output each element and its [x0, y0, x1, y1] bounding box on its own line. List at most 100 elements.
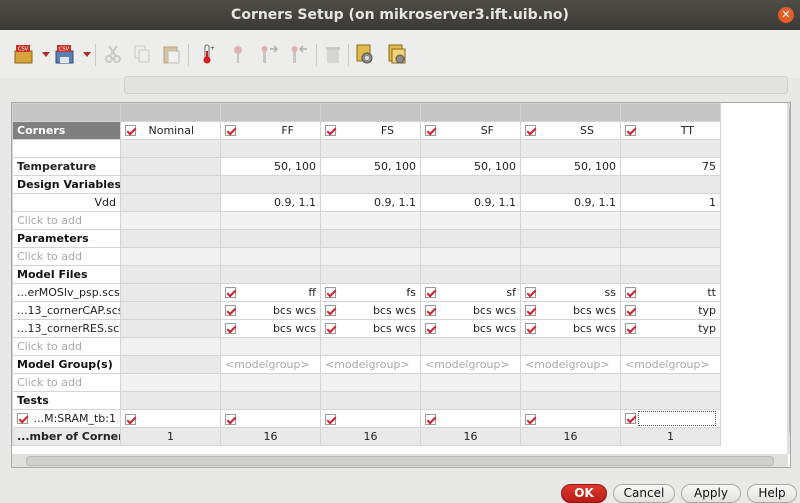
- open-csv-icon[interactable]: CSV: [13, 43, 35, 65]
- table-cell[interactable]: 0.9, 1.1: [520, 193, 621, 212]
- cut-icon[interactable]: [102, 43, 124, 65]
- close-window-icon[interactable]: ✕: [778, 7, 794, 23]
- click-to-add-model-file[interactable]: Click to add: [12, 337, 121, 356]
- param-down-icon[interactable]: [288, 43, 310, 65]
- setup-icon[interactable]: [354, 43, 376, 65]
- checkbox-checked-icon[interactable]: [525, 305, 536, 316]
- horizontal-scrollbar[interactable]: [12, 454, 788, 467]
- table-cell[interactable]: [120, 409, 221, 428]
- param-up-icon[interactable]: [258, 43, 280, 65]
- checkbox-checked-icon[interactable]: [125, 125, 136, 136]
- checkbox-checked-icon[interactable]: [325, 305, 336, 316]
- table-cell[interactable]: [220, 409, 321, 428]
- table-cell[interactable]: fs: [320, 283, 421, 302]
- temperature-icon[interactable]: +: [196, 43, 218, 65]
- table-cell[interactable]: 50, 100: [320, 157, 421, 176]
- save-dropdown-icon[interactable]: [83, 52, 91, 57]
- delete-icon[interactable]: [322, 43, 344, 65]
- checkbox-checked-icon[interactable]: [325, 413, 336, 425]
- table-cell[interactable]: typ: [620, 319, 721, 338]
- table-cell[interactable]: [420, 409, 521, 428]
- table-cell[interactable]: typ: [620, 301, 721, 320]
- table-cell[interactable]: bcs wcs: [220, 301, 321, 320]
- checkbox-checked-icon[interactable]: [225, 125, 236, 136]
- checkbox-checked-icon[interactable]: [625, 323, 636, 334]
- checkbox-checked-icon[interactable]: [225, 287, 236, 298]
- vertical-scrollbar-thumb[interactable]: [789, 105, 790, 435]
- modelgroup-cell[interactable]: <modelgroup>: [520, 355, 621, 374]
- modelgroup-cell[interactable]: <modelgroup>: [620, 355, 721, 374]
- modelgroup-cell[interactable]: <modelgroup>: [220, 355, 321, 374]
- checkbox-checked-icon[interactable]: [325, 287, 336, 298]
- table-cell[interactable]: bcs wcs: [320, 301, 421, 320]
- table-cell[interactable]: bcs wcs: [220, 319, 321, 338]
- table-cell[interactable]: ss: [520, 283, 621, 302]
- checkbox-checked-icon[interactable]: [525, 125, 536, 136]
- model-icon[interactable]: [386, 43, 408, 65]
- checkbox-checked-icon[interactable]: [225, 413, 236, 425]
- table-cell[interactable]: tt: [620, 283, 721, 302]
- vertical-scrollbar[interactable]: [787, 103, 790, 454]
- table-cell[interactable]: [120, 193, 221, 212]
- corner-tt[interactable]: TT: [620, 121, 721, 140]
- table-cell[interactable]: 50, 100: [520, 157, 621, 176]
- apply-button[interactable]: Apply: [681, 484, 741, 503]
- table-cell[interactable]: bcs wcs: [420, 319, 521, 338]
- modelgroup-cell[interactable]: <modelgroup>: [320, 355, 421, 374]
- checkbox-checked-icon[interactable]: [525, 287, 536, 298]
- click-to-add-design-variable[interactable]: Click to add: [12, 211, 121, 230]
- click-to-add-parameter[interactable]: Click to add: [12, 247, 121, 266]
- table-cell[interactable]: 1: [620, 193, 721, 212]
- checkbox-checked-icon[interactable]: [525, 323, 536, 334]
- checkbox-checked-icon[interactable]: [325, 125, 336, 136]
- open-dropdown-icon[interactable]: [42, 52, 50, 57]
- checkbox-checked-icon[interactable]: [125, 413, 136, 425]
- corner-fs[interactable]: FS: [320, 121, 421, 140]
- paste-icon[interactable]: [160, 43, 182, 65]
- table-cell[interactable]: 0.9, 1.1: [320, 193, 421, 212]
- table-cell[interactable]: 50, 100: [220, 157, 321, 176]
- click-to-add-model-group[interactable]: Click to add: [12, 373, 121, 392]
- corner-sf[interactable]: SF: [420, 121, 521, 140]
- table-cell[interactable]: bcs wcs: [420, 301, 521, 320]
- table-cell[interactable]: 0.9, 1.1: [420, 193, 521, 212]
- checkbox-checked-icon[interactable]: [425, 305, 436, 316]
- table-cell[interactable]: 50, 100: [420, 157, 521, 176]
- table-cell-selected[interactable]: [620, 409, 721, 428]
- cancel-button[interactable]: Cancel: [613, 484, 675, 503]
- table-cell[interactable]: [520, 409, 621, 428]
- cell-focus-box[interactable]: [638, 411, 716, 426]
- checkbox-checked-icon[interactable]: [325, 323, 336, 334]
- table-cell[interactable]: bcs wcs: [520, 301, 621, 320]
- checkbox-checked-icon[interactable]: [17, 413, 28, 424]
- table-cell[interactable]: ff: [220, 283, 321, 302]
- checkbox-checked-icon[interactable]: [625, 125, 636, 136]
- modelgroup-cell[interactable]: <modelgroup>: [420, 355, 521, 374]
- checkbox-checked-icon[interactable]: [425, 323, 436, 334]
- horizontal-scrollbar-thumb[interactable]: [26, 456, 774, 466]
- checkbox-checked-icon[interactable]: [625, 305, 636, 316]
- table-cell[interactable]: [320, 409, 421, 428]
- corner-nominal[interactable]: Nominal: [120, 121, 221, 140]
- table-cell[interactable]: [120, 157, 221, 176]
- checkbox-checked-icon[interactable]: [425, 287, 436, 298]
- corner-ff[interactable]: FF: [220, 121, 321, 140]
- checkbox-checked-icon[interactable]: [625, 287, 636, 298]
- ok-button[interactable]: OK: [561, 484, 607, 503]
- help-button[interactable]: Help: [747, 484, 797, 503]
- checkbox-checked-icon[interactable]: [225, 305, 236, 316]
- parameter-icon[interactable]: [229, 43, 251, 65]
- corner-ss[interactable]: SS: [520, 121, 621, 140]
- checkbox-checked-icon[interactable]: [625, 413, 636, 424]
- checkbox-checked-icon[interactable]: [525, 413, 536, 425]
- save-csv-icon[interactable]: CSV: [54, 43, 76, 65]
- table-cell[interactable]: bcs wcs: [520, 319, 621, 338]
- table-cell[interactable]: 0.9, 1.1: [220, 193, 321, 212]
- table-cell[interactable]: sf: [420, 283, 521, 302]
- checkbox-checked-icon[interactable]: [425, 413, 436, 425]
- checkbox-checked-icon[interactable]: [425, 125, 436, 136]
- checkbox-checked-icon[interactable]: [225, 323, 236, 334]
- table-cell[interactable]: 75: [620, 157, 721, 176]
- table-cell[interactable]: bcs wcs: [320, 319, 421, 338]
- test-name-cell[interactable]: ...M:SRAM_tb:1: [12, 409, 121, 428]
